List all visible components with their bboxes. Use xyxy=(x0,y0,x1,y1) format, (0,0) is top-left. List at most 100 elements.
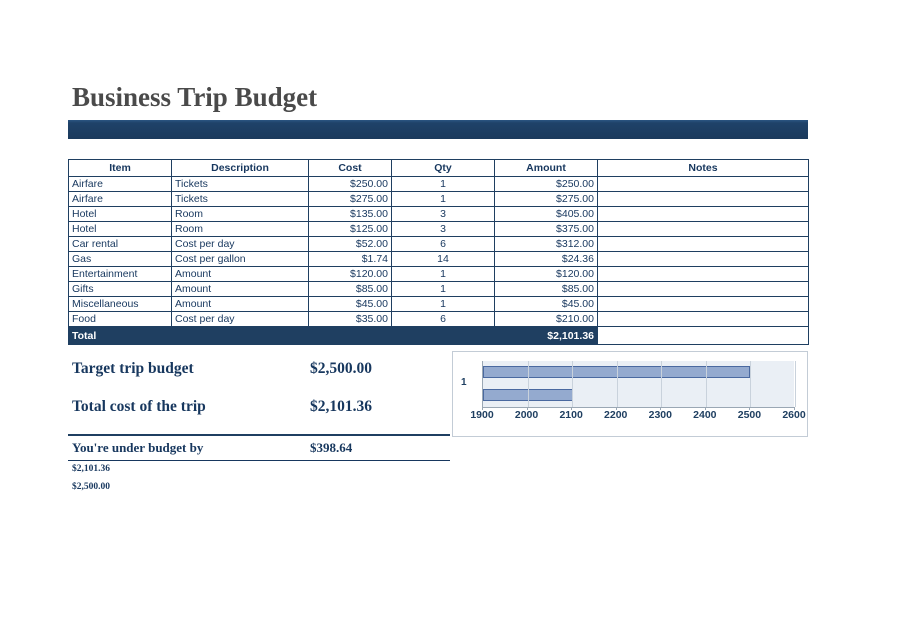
under-budget-label: You're under budget by xyxy=(72,440,204,455)
cell-qty: 1 xyxy=(391,281,495,297)
cell-description: Tickets xyxy=(171,176,309,192)
cell-qty: 1 xyxy=(391,296,495,312)
cell-cost: $120.00 xyxy=(308,266,392,282)
cell-cost: $52.00 xyxy=(308,236,392,252)
cell-cost: $35.00 xyxy=(308,311,392,327)
under-budget-row: You're under budget by $398.64 xyxy=(68,440,450,460)
cell-cost: $275.00 xyxy=(308,191,392,207)
chart-tick-label: 2400 xyxy=(693,409,717,421)
chart-gridline xyxy=(527,361,529,407)
table-row: Food Cost per day $35.00 6 $210.00 xyxy=(68,311,809,327)
table-row: Gas Cost per gallon $1.74 14 $24.36 xyxy=(68,251,809,267)
chart-tick-label: 1900 xyxy=(470,409,494,421)
total-label: Total xyxy=(68,326,392,345)
cell-amount: $24.36 xyxy=(494,251,598,267)
cell-amount: $250.00 xyxy=(494,176,598,192)
cell-item: Hotel xyxy=(68,206,172,222)
header-band xyxy=(68,120,808,139)
summary-label: Target trip budget xyxy=(72,360,194,377)
cell-notes xyxy=(597,251,809,267)
cell-notes xyxy=(597,296,809,312)
cell-qty: 3 xyxy=(391,221,495,237)
cell-description: Room xyxy=(171,221,309,237)
cell-description: Cost per day xyxy=(171,236,309,252)
table-row: Hotel Room $135.00 3 $405.00 xyxy=(68,206,809,222)
under-budget-divider xyxy=(68,460,450,461)
cell-qty: 1 xyxy=(391,266,495,282)
cell-cost: $45.00 xyxy=(308,296,392,312)
cell-qty: 6 xyxy=(391,311,495,327)
chart-x-axis xyxy=(482,407,795,410)
summary-row-target-budget: Target trip budget $2,500.00 xyxy=(68,352,450,390)
cell-amount: $45.00 xyxy=(494,296,598,312)
cell-amount: $210.00 xyxy=(494,311,598,327)
summary-divider xyxy=(68,434,450,436)
under-budget-value: $398.64 xyxy=(310,440,353,455)
chart-gridline xyxy=(750,361,752,407)
chart-category-label: 1 xyxy=(461,377,467,388)
cell-notes xyxy=(597,191,809,207)
total-spacer xyxy=(391,326,495,345)
column-header-item: Item xyxy=(68,159,172,177)
table-row: Gifts Amount $85.00 1 $85.00 xyxy=(68,281,809,297)
cell-cost: $1.74 xyxy=(308,251,392,267)
cell-description: Room xyxy=(171,206,309,222)
cell-item: Airfare xyxy=(68,176,172,192)
cell-notes xyxy=(597,236,809,252)
cell-item: Car rental xyxy=(68,236,172,252)
budget-comparison-chart: 1 1900 2000 2100 2200 2300 2400 2500 2600 xyxy=(452,351,808,437)
chart-tick-label: 2300 xyxy=(648,409,672,421)
page-title: Business Trip Budget xyxy=(72,82,318,112)
cell-description: Cost per day xyxy=(171,311,309,327)
cell-notes xyxy=(597,221,809,237)
cell-amount: $375.00 xyxy=(494,221,598,237)
table-row: Car rental Cost per day $52.00 6 $312.00 xyxy=(68,236,809,252)
summary-value: $2,101.36 xyxy=(310,398,372,415)
chart-tick-label: 2100 xyxy=(559,409,583,421)
total-amount: $2,101.36 xyxy=(494,326,598,345)
cell-qty: 6 xyxy=(391,236,495,252)
chart-gridline xyxy=(705,361,707,407)
chart-tick-label: 2200 xyxy=(604,409,628,421)
cell-item: Food xyxy=(68,311,172,327)
summary-section: Target trip budget $2,500.00 Total cost … xyxy=(68,352,450,428)
cell-item: Airfare xyxy=(68,191,172,207)
cell-description: Amount xyxy=(171,266,309,282)
cell-item: Gas xyxy=(68,251,172,267)
chart-gridline xyxy=(572,361,574,407)
table-row: Hotel Room $125.00 3 $375.00 xyxy=(68,221,809,237)
summary-label: Total cost of the trip xyxy=(72,398,206,415)
cell-item: Hotel xyxy=(68,221,172,237)
column-header-cost: Cost xyxy=(308,159,392,177)
cell-item: Gifts xyxy=(68,281,172,297)
cell-item: Entertainment xyxy=(68,266,172,282)
cell-description: Cost per gallon xyxy=(171,251,309,267)
chart-plot-area xyxy=(482,361,796,407)
cell-notes xyxy=(597,206,809,222)
chart-tick-label: 2600 xyxy=(782,409,806,421)
cell-cost: $250.00 xyxy=(308,176,392,192)
cell-amount: $405.00 xyxy=(494,206,598,222)
table-row: Miscellaneous Amount $45.00 1 $45.00 xyxy=(68,296,809,312)
column-header-amount: Amount xyxy=(494,159,598,177)
column-header-description: Description xyxy=(171,159,309,177)
chart-gridline xyxy=(795,361,796,407)
table-row: Airfare Tickets $250.00 1 $250.00 xyxy=(68,176,809,192)
column-header-notes: Notes xyxy=(597,159,809,177)
cell-item: Miscellaneous xyxy=(68,296,172,312)
cell-notes xyxy=(597,176,809,192)
chart-tick-label: 2000 xyxy=(514,409,539,421)
cell-qty: 3 xyxy=(391,206,495,222)
footer-value-target-budget: $2,500.00 xyxy=(72,482,110,492)
summary-row-total-cost: Total cost of the trip $2,101.36 xyxy=(68,390,450,428)
chart-gridline xyxy=(616,361,618,407)
summary-value: $2,500.00 xyxy=(310,360,372,377)
cell-description: Amount xyxy=(171,281,309,297)
cell-qty: 1 xyxy=(391,191,495,207)
cell-qty: 1 xyxy=(391,176,495,192)
table-total-row: Total $2,101.36 xyxy=(68,326,809,345)
table-header-row: Item Description Cost Qty Amount Notes xyxy=(68,159,809,177)
cell-amount: $85.00 xyxy=(494,281,598,297)
chart-gridline xyxy=(661,361,663,407)
cell-amount: $120.00 xyxy=(494,266,598,282)
